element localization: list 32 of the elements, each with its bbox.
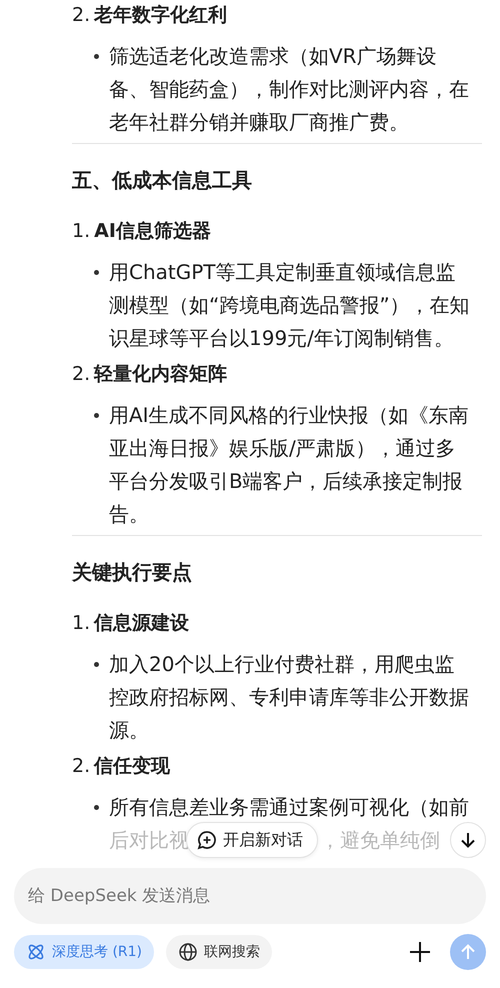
list-number: 1. xyxy=(72,219,90,244)
new-chat-button[interactable]: 开启新对话 xyxy=(186,822,318,858)
bullet-text: 筛选适老化改造需求（如VR广场舞设备、智能药盒），制作对比测评内容，在老年社群分销并赚取厂商推广费。 xyxy=(109,43,470,136)
chat-plus-icon xyxy=(197,830,217,850)
mode-toggle[interactable]: 联网搜索 xyxy=(166,935,272,969)
list-number: 1. xyxy=(72,611,90,636)
bullet-icon xyxy=(94,662,99,667)
bullet-text: 用ChatGPT等工具定制垂直领域信息监测模型（如“跨境电商选品警报”），在知识星球等平台以199元/年订阅制销售。 xyxy=(109,259,471,352)
list-number: 2. xyxy=(72,754,90,779)
list-number: 2. xyxy=(72,362,90,387)
message-input[interactable]: 给 DeepSeek 发送消息 xyxy=(14,868,486,924)
item-title: AI信息筛选器 xyxy=(94,219,211,244)
section-heading: 关键执行要点 xyxy=(72,559,193,586)
section-heading: 五、低成本信息工具 xyxy=(72,167,253,194)
globe-icon xyxy=(178,942,198,962)
bullet-text: 所有信息差业务需通过案例可视化（如前 xyxy=(109,794,470,821)
bullet-icon xyxy=(94,413,99,418)
plus-icon[interactable] xyxy=(408,940,432,964)
bullet-text: 用AI生成不同风格的行业快报（如《东南亚出海日报》娱乐版/严肃版），通过多平台分发吸引B端客户，后续承接定制报告。 xyxy=(109,402,470,528)
item-title: 信任变现 xyxy=(94,754,170,779)
bullet-icon xyxy=(94,270,99,275)
list-number: 2. xyxy=(72,3,90,28)
bullet-icon xyxy=(94,805,99,810)
faded-text: 后对比视 xyxy=(109,827,189,854)
item-title: 轻量化内容矩阵 xyxy=(94,362,228,387)
item-title: 信息源建设 xyxy=(94,611,190,636)
scroll-down-button[interactable] xyxy=(450,822,486,858)
bullet-text: 加入20个以上行业付费社群，用爬虫监控政府招标网、专利申请库等非公开数据源。 xyxy=(109,651,470,744)
faded-text: ，避免单纯倒 xyxy=(320,827,440,854)
atom-icon xyxy=(26,942,46,962)
bullet-icon xyxy=(94,54,99,59)
item-title: 老年数字化红利 xyxy=(94,3,228,28)
